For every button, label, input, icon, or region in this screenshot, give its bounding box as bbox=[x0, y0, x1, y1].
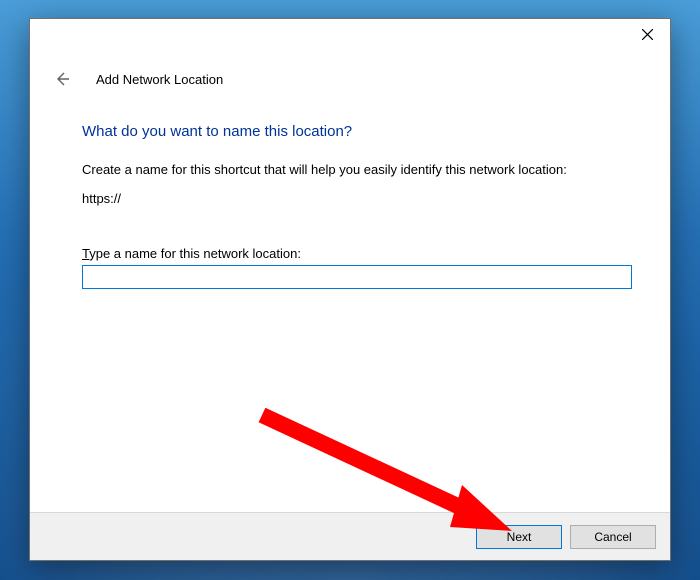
input-label-rest: ype a name for this network location: bbox=[89, 246, 301, 261]
wizard-title: Add Network Location bbox=[96, 72, 223, 87]
wizard-window: Add Network Location What do you want to… bbox=[29, 18, 671, 561]
url-text: https:// bbox=[82, 191, 628, 206]
description-text: Create a name for this shortcut that wil… bbox=[82, 162, 628, 177]
back-arrow-icon bbox=[54, 71, 70, 87]
next-button[interactable]: Next bbox=[476, 525, 562, 549]
content-area: What do you want to name this location? … bbox=[30, 89, 670, 289]
input-label: Type a name for this network location: bbox=[82, 246, 628, 261]
button-bar: Next Cancel bbox=[30, 512, 670, 560]
location-name-input[interactable] bbox=[82, 265, 632, 289]
header-row: Add Network Location bbox=[30, 51, 670, 89]
titlebar bbox=[30, 19, 670, 51]
back-button[interactable] bbox=[52, 69, 72, 89]
close-icon bbox=[642, 29, 653, 40]
cancel-button[interactable]: Cancel bbox=[570, 525, 656, 549]
page-heading: What do you want to name this location? bbox=[82, 123, 628, 140]
close-button[interactable] bbox=[625, 19, 670, 49]
